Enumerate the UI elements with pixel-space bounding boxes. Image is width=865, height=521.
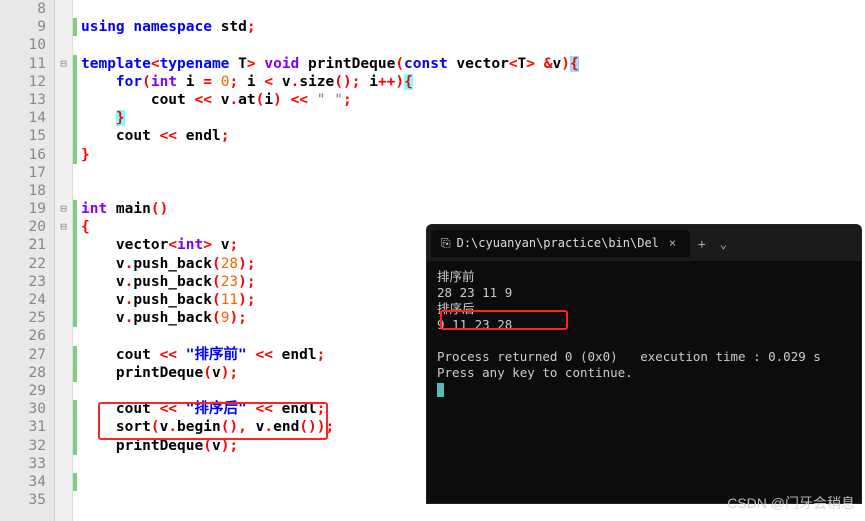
terminal-tab-title: D:\cyuanyan\practice\bin\Del xyxy=(457,236,659,250)
new-tab-button[interactable]: + xyxy=(690,236,714,251)
terminal-tab[interactable]: ⎘ D:\cyuanyan\practice\bin\Del × xyxy=(431,230,690,257)
chevron-down-icon[interactable]: ⌄ xyxy=(714,236,734,251)
terminal-window[interactable]: ⎘ D:\cyuanyan\practice\bin\Del × + ⌄ 排序前… xyxy=(426,224,862,504)
line-number-gutter: 8910111213141516171819202122232425262728… xyxy=(0,0,55,521)
terminal-output: 排序前 28 23 11 9 排序后 9 11 23 28 Process re… xyxy=(427,261,861,405)
terminal-tabbar: ⎘ D:\cyuanyan\practice\bin\Del × + ⌄ xyxy=(427,225,861,261)
watermark-text: CSDN @门牙会稍息 xyxy=(727,493,855,513)
terminal-icon: ⎘ xyxy=(441,236,451,251)
close-icon[interactable]: × xyxy=(665,236,680,250)
fold-gutter[interactable]: ⊟⊟⊟ xyxy=(55,0,73,521)
